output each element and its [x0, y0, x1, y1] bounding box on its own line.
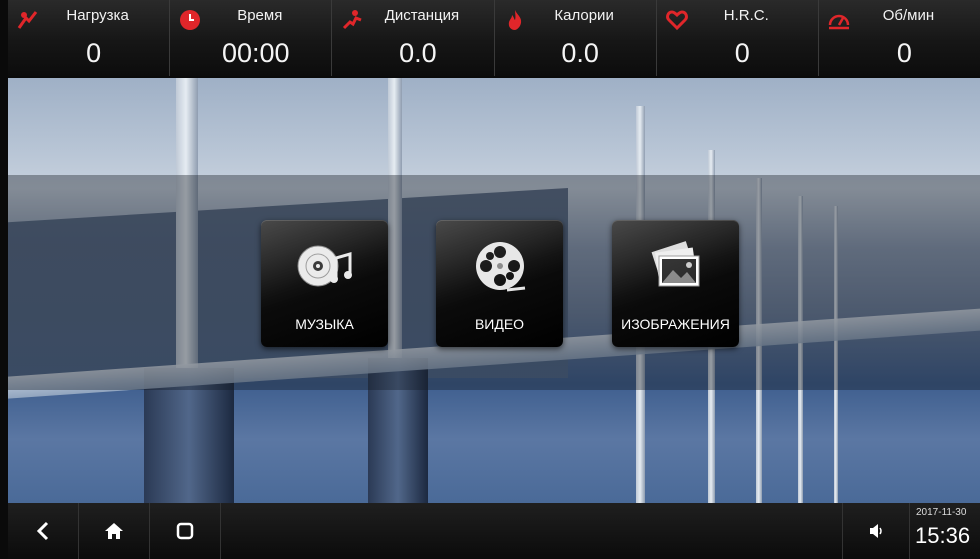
stat-load-label: Нагрузка: [66, 7, 129, 24]
back-button[interactable]: [8, 503, 79, 559]
music-disc-icon: [297, 245, 352, 287]
video-tile[interactable]: ВИДЕО: [436, 220, 563, 347]
video-tile-label: ВИДЕО: [474, 316, 525, 332]
stat-heart-rate-label: H.R.C.: [723, 7, 769, 24]
stat-time-value: 00:00: [221, 38, 290, 68]
stat-rpm: Об/мин 0: [819, 0, 980, 76]
navigation-bar: 2017-11-30 15:36: [8, 503, 980, 559]
stat-distance-value: 0.0: [399, 38, 437, 68]
navigation-bar-spacer: [221, 503, 843, 559]
stat-calories: Калории 0.0: [495, 0, 657, 76]
stat-heart-rate-value: 0: [734, 38, 750, 68]
stat-distance: Дистанция 0.0: [332, 0, 495, 76]
photos-icon: [651, 241, 699, 287]
stat-calories-value: 0.0: [561, 38, 599, 68]
system-clock: 2017-11-30 15:36: [910, 503, 980, 559]
recents-icon: [176, 522, 194, 540]
stat-rpm-label: Об/мин: [882, 7, 935, 24]
music-tile[interactable]: МУЗЫКА: [261, 220, 388, 347]
stat-distance-label: Дистанция: [384, 7, 460, 24]
music-tile-label: МУЗЫКА: [295, 316, 354, 332]
home-icon: [105, 523, 123, 539]
stat-heart-rate: H.R.C. 0: [657, 0, 819, 76]
recents-button[interactable]: [150, 503, 221, 559]
home-button[interactable]: [79, 503, 150, 559]
clock-time: 15:36: [915, 523, 971, 548]
clock-date: 2017-11-30: [916, 507, 967, 518]
film-reel-icon: [475, 242, 525, 292]
back-icon: [36, 521, 49, 541]
images-tile-label: ИЗОБРАЖЕНИЯ: [621, 316, 730, 332]
stats-bar: Нагрузка 0 Время 00:00 Дистанция 0.0 Кал…: [8, 0, 980, 76]
stat-time-label: Время: [237, 7, 283, 24]
volume-icon: [870, 524, 882, 538]
volume-button[interactable]: [843, 503, 910, 559]
stat-load-value: 0: [86, 38, 102, 68]
stat-calories-label: Калории: [554, 7, 614, 24]
stat-load: Нагрузка 0: [8, 0, 171, 76]
stat-time: Время 00:00: [170, 0, 333, 76]
stat-rpm-value: 0: [896, 38, 912, 68]
images-tile[interactable]: ИЗОБРАЖЕНИЯ: [612, 220, 739, 347]
